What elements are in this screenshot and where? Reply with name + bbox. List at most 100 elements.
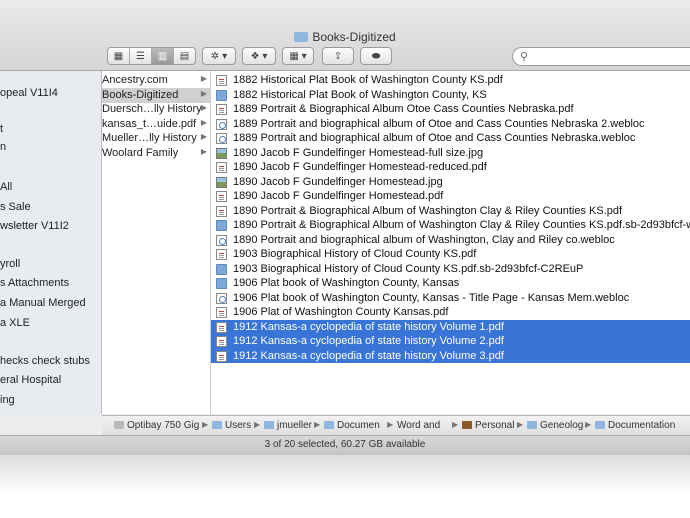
file-row[interactable]: 1890 Jacob F Gundelfinger Homestead.pdf [211,189,690,204]
dropbox-button[interactable]: ❖ ▾ [242,47,276,65]
file-name: 1889 Portrait & Biographical Album Otoe … [233,103,574,115]
disclosure-arrow-icon: ▶ [200,132,207,141]
path-separator-icon: ▶ [254,420,261,429]
path-separator-icon: ▶ [585,420,592,429]
column-item[interactable]: Ancestry.com ▶ [102,73,210,88]
path-segment[interactable]: Users [212,420,251,431]
tag-button[interactable]: ⬬ [360,47,392,65]
tag-icon: ⬬ [371,50,381,62]
file-row[interactable]: 1912 Kansas-a cyclopedia of state histor… [211,348,690,363]
action-button[interactable]: ✲ ▾ [202,47,236,65]
pdf-file-icon [216,205,227,217]
sidebar-item[interactable]: eral Hospital [0,374,61,386]
column-item[interactable]: kansas_t…uide.pdf ▶ [102,117,210,132]
sidebar-item[interactable]: t [0,123,3,135]
icon-view-icon[interactable]: ▦ [108,48,130,64]
pdf-file-icon [216,321,227,333]
file-name: 1889 Portrait and biographical album of … [233,132,636,144]
file-row[interactable]: 1890 Jacob F Gundelfinger Homestead-full… [211,146,690,161]
file-name: 1906 Plat book of Washington County, Kan… [233,291,630,304]
path-segment[interactable]: Documentation [595,420,675,431]
sidebar-item[interactable]: a Manual Merged [0,297,86,309]
file-row[interactable]: 1912 Kansas-a cyclopedia of state histor… [211,319,690,334]
sidebar-item[interactable]: hecks check stubs [0,355,90,367]
sidebar-item[interactable]: a XLE [0,317,30,329]
file-row[interactable]: 1882 Historical Plat Book of Washington … [211,88,690,103]
folder-icon [212,421,222,429]
file-name: 1906 Plat of Washington County Kansas.pd… [233,306,449,318]
pdf-file-icon [216,350,227,362]
path-segment-label: Geneolog [540,420,584,431]
file-row[interactable]: 1903 Biographical History of Cloud Count… [211,262,690,277]
browser-column-1: Ancestry.com ▶ Books-Digitized ▶ Duersch…lly… [102,71,211,414]
file-name: 1903 Biographical History of Cloud Count… [233,262,584,275]
column-view-icon[interactable]: ▥ [152,48,174,64]
sidebar-item[interactable]: n [0,141,6,153]
path-segment[interactable]: jmueller [264,420,312,431]
file-row[interactable]: 1890 Portrait & Biographical Album of Wa… [211,218,690,233]
file-row[interactable]: 1903 Biographical History of Cloud Count… [211,247,690,262]
folder-icon [216,263,227,275]
action-gear-icon: ✲ ▾ [210,50,228,62]
file-name: 1890 Jacob F Gundelfinger Homestead-full… [233,146,484,159]
file-row[interactable]: 1906 Plat of Washington County Kansas.pd… [211,305,690,320]
path-separator-icon: ▶ [314,420,321,429]
file-row[interactable]: 1890 Jacob F Gundelfinger Homestead.jpg [211,175,690,190]
path-segment-label: Documen [337,420,380,431]
file-row[interactable]: 1889 Portrait & Biographical Album Otoe … [211,102,690,117]
image-file-icon [216,176,227,188]
file-row[interactable]: 1882 Historical Plat Book of Washington … [211,73,690,88]
pdf-file-icon [216,336,227,347]
pdf-file-icon [216,191,227,202]
file-name: 1890 Jacob F Gundelfinger Homestead.jpg [233,175,443,188]
disclosure-arrow-icon: ▶ [200,88,207,98]
sidebar-item[interactable]: All [0,181,12,193]
pdf-file-icon [216,307,227,318]
file-row[interactable]: 1906 Plat book of Washington County, Kan… [211,291,690,306]
column-item[interactable]: Books-Digitized ▶ [102,87,210,103]
file-name: 1903 Biographical History of Cloud Count… [233,248,477,260]
coverflow-view-icon[interactable]: ▤ [174,48,195,64]
file-row[interactable]: 1912 Kansas-a cyclopedia of state histor… [211,334,690,349]
file-row[interactable]: 1890 Portrait and biographical album of … [211,233,690,248]
path-segment[interactable]: Documen [324,420,380,431]
file-row[interactable]: 1889 Portrait and biographical album of … [211,131,690,146]
file-name: 1912 Kansas-a cyclopedia of state histor… [233,335,504,347]
file-name: 1906 Plat book of Washington County, Kan… [233,277,460,289]
sidebar: opeal V11I4 t n All s Sale wsletter V11I2 yrol… [0,71,102,414]
pdf-file-icon [216,249,227,260]
disclosure-arrow-icon: ▶ [200,74,207,83]
book-icon [462,421,472,429]
share-button[interactable]: ⇪ [322,47,354,65]
browser-column-2: 1882 Historical Plat Book of Washington … [211,71,690,414]
sidebar-item[interactable]: s Sale [0,201,31,213]
file-row[interactable]: 1890 Portrait & Biographical Album of Wa… [211,204,690,219]
path-segment[interactable]: Geneolog [527,420,583,431]
path-segment[interactable]: Optibay 750 Gig [114,420,199,431]
view-mode-control[interactable]: ▦ ☰ ▥ ▤ [107,47,196,65]
sidebar-item[interactable]: yroll [0,258,20,270]
column-item[interactable]: Duersch…lly History ▶ [102,102,210,117]
list-view-icon[interactable]: ☰ [130,48,152,64]
path-segment-label: jmueller [277,420,313,431]
file-row[interactable]: 1906 Plat book of Washington County, Kan… [211,276,690,291]
folder-icon [595,421,605,429]
image-file-icon [216,147,227,159]
file-row[interactable]: 1890 Jacob F Gundelfinger Homestead-redu… [211,160,690,175]
arrange-button[interactable]: ▦ ▾ [282,47,314,65]
path-segment[interactable]: Personal [462,420,514,431]
sidebar-item[interactable]: s Attachments [0,277,69,289]
disclosure-arrow-icon: ▶ [200,103,207,112]
column-item[interactable]: Woolard Family ▶ [102,146,210,161]
share-icon: ⇪ [333,50,343,62]
sidebar-item[interactable]: wsletter V11I2 [0,220,69,232]
path-segment-label: Documentation [608,420,676,431]
path-segment[interactable]: Word and [397,420,440,431]
sidebar-item[interactable]: ing [0,394,15,406]
file-row[interactable]: 1889 Portrait and biographical album of … [211,117,690,132]
search-field[interactable]: ⚲ [512,47,690,66]
status-bar: 3 of 20 selected, 60.27 GB available [0,435,690,456]
column-item[interactable]: Mueller…lly History ▶ [102,131,210,146]
folder-icon [216,89,227,101]
sidebar-item[interactable]: opeal V11I4 [0,87,58,99]
